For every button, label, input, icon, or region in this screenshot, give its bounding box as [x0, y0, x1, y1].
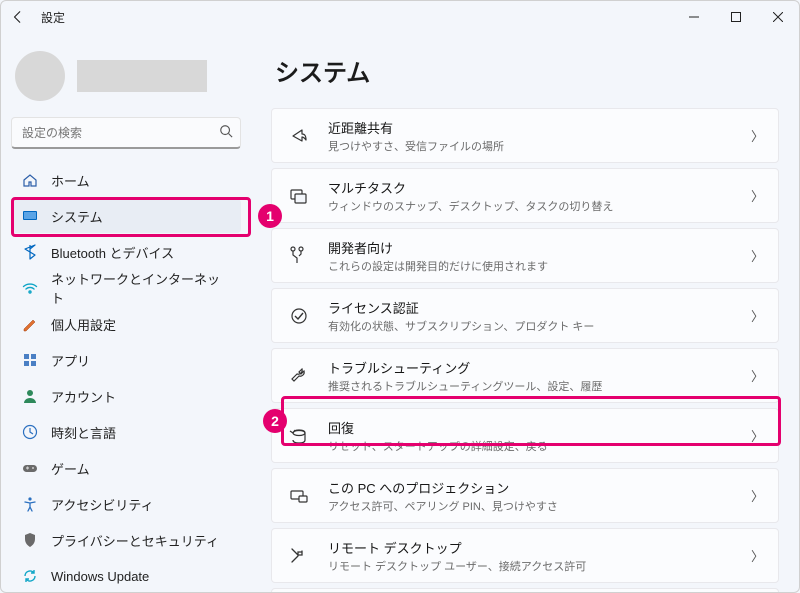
- row-troubleshoot[interactable]: トラブルシューティング推奨されるトラブルシューティングツール、設定、履歴 〉: [271, 348, 779, 403]
- row-developers[interactable]: 開発者向けこれらの設定は開発目的だけに使用されます 〉: [271, 228, 779, 283]
- row-subtitle: リモート デスクトップ ユーザー、接続アクセス許可: [328, 558, 586, 574]
- chevron-right-icon: 〉: [751, 366, 764, 385]
- sidebar-item-time-language[interactable]: 時刻と言語: [11, 415, 241, 449]
- maximize-button[interactable]: [715, 1, 757, 33]
- row-clipboard[interactable]: クリップボード: [271, 588, 779, 592]
- sidebar-item-label: ネットワークとインターネット: [51, 269, 231, 307]
- sidebar-item-gaming[interactable]: ゲーム: [11, 451, 241, 485]
- bluetooth-icon: [21, 243, 39, 261]
- chevron-right-icon: 〉: [751, 186, 764, 205]
- search-input[interactable]: [11, 117, 241, 149]
- row-title: この PC へのプロジェクション: [328, 478, 558, 497]
- row-subtitle: アクセス許可、ペアリング PIN、見つけやすさ: [328, 498, 558, 514]
- row-project-to-pc[interactable]: この PC へのプロジェクションアクセス許可、ペアリング PIN、見つけやすさ …: [271, 468, 779, 523]
- annotation-badge-2: 2: [263, 409, 287, 433]
- chevron-right-icon: 〉: [751, 546, 764, 565]
- sidebar-item-label: ゲーム: [51, 459, 90, 478]
- annotation-badge-1: 1: [258, 204, 282, 228]
- chevron-right-icon: 〉: [751, 126, 764, 145]
- projection-icon: [286, 486, 312, 506]
- row-title: マルチタスク: [328, 178, 613, 197]
- sidebar-item-label: プライバシーとセキュリティ: [51, 531, 219, 550]
- sidebar-item-personalization[interactable]: 個人用設定: [11, 307, 241, 341]
- sidebar-item-label: システム: [51, 207, 103, 226]
- minimize-button[interactable]: [673, 1, 715, 33]
- sidebar-item-label: アプリ: [51, 351, 90, 370]
- home-icon: [21, 171, 39, 189]
- row-title: 近距離共有: [328, 118, 504, 137]
- user-name-block[interactable]: [77, 60, 207, 92]
- network-icon: [21, 279, 39, 297]
- privacy-icon: [21, 531, 39, 549]
- remote-desktop-icon: [286, 546, 312, 566]
- row-subtitle: ウィンドウのスナップ、デスクトップ、タスクの切り替え: [328, 198, 613, 214]
- row-subtitle: リセット、スタートアップの詳細設定、戻る: [328, 438, 548, 454]
- page-title: システム: [275, 53, 779, 88]
- sidebar-item-label: Bluetooth とデバイス: [51, 243, 174, 262]
- developer-icon: [286, 246, 312, 266]
- sidebar-item-home[interactable]: ホーム: [11, 163, 241, 197]
- apps-icon: [21, 351, 39, 369]
- chevron-right-icon: 〉: [751, 486, 764, 505]
- sidebar-item-system[interactable]: システム: [11, 199, 241, 233]
- share-icon: [286, 126, 312, 146]
- sidebar-item-network[interactable]: ネットワークとインターネット: [11, 271, 241, 305]
- search-icon: [219, 124, 233, 138]
- row-subtitle: 見つけやすさ、受信ファイルの場所: [328, 138, 504, 154]
- row-subtitle: 有効化の状態、サブスクリプション、プロダクト キー: [328, 318, 594, 334]
- row-title: 開発者向け: [328, 238, 548, 257]
- chevron-right-icon: 〉: [751, 426, 764, 445]
- window-title: 設定: [41, 9, 65, 26]
- sidebar-item-windows-update[interactable]: Windows Update: [11, 559, 241, 593]
- recovery-icon: [286, 426, 312, 446]
- sidebar-item-label: 時刻と言語: [51, 423, 116, 442]
- row-multitasking[interactable]: マルチタスクウィンドウのスナップ、デスクトップ、タスクの切り替え 〉: [271, 168, 779, 223]
- sidebar-item-accessibility[interactable]: アクセシビリティ: [11, 487, 241, 521]
- activation-icon: [286, 306, 312, 326]
- row-subtitle: 推奨されるトラブルシューティングツール、設定、履歴: [328, 378, 602, 394]
- system-icon: [21, 207, 39, 225]
- row-recovery[interactable]: 回復リセット、スタートアップの詳細設定、戻る 〉: [271, 408, 779, 463]
- sidebar-item-bluetooth[interactable]: Bluetooth とデバイス: [11, 235, 241, 269]
- avatar[interactable]: [15, 51, 65, 101]
- sidebar-item-accounts[interactable]: アカウント: [11, 379, 241, 413]
- accessibility-icon: [21, 495, 39, 513]
- multitask-icon: [286, 186, 312, 206]
- personalization-icon: [21, 315, 39, 333]
- sidebar-item-label: 個人用設定: [51, 315, 116, 334]
- row-subtitle: これらの設定は開発目的だけに使用されます: [328, 258, 548, 274]
- accounts-icon: [21, 387, 39, 405]
- chevron-right-icon: 〉: [751, 246, 764, 265]
- back-button[interactable]: [11, 10, 35, 24]
- row-activation[interactable]: ライセンス認証有効化の状態、サブスクリプション、プロダクト キー 〉: [271, 288, 779, 343]
- sidebar-item-label: Windows Update: [51, 569, 149, 584]
- sidebar-item-privacy[interactable]: プライバシーとセキュリティ: [11, 523, 241, 557]
- sidebar-item-apps[interactable]: アプリ: [11, 343, 241, 377]
- chevron-right-icon: 〉: [751, 306, 764, 325]
- row-nearby-sharing[interactable]: 近距離共有見つけやすさ、受信ファイルの場所 〉: [271, 108, 779, 163]
- row-title: ライセンス認証: [328, 298, 594, 317]
- gaming-icon: [21, 459, 39, 477]
- row-title: リモート デスクトップ: [328, 538, 586, 557]
- row-remote-desktop[interactable]: リモート デスクトップリモート デスクトップ ユーザー、接続アクセス許可 〉: [271, 528, 779, 583]
- sidebar-item-label: アクセシビリティ: [51, 495, 154, 514]
- sidebar-item-label: アカウント: [51, 387, 116, 406]
- time-icon: [21, 423, 39, 441]
- sidebar-item-label: ホーム: [51, 171, 90, 190]
- troubleshoot-icon: [286, 366, 312, 386]
- close-button[interactable]: [757, 1, 799, 33]
- row-title: 回復: [328, 418, 548, 437]
- update-icon: [21, 567, 39, 585]
- row-title: トラブルシューティング: [328, 358, 602, 377]
